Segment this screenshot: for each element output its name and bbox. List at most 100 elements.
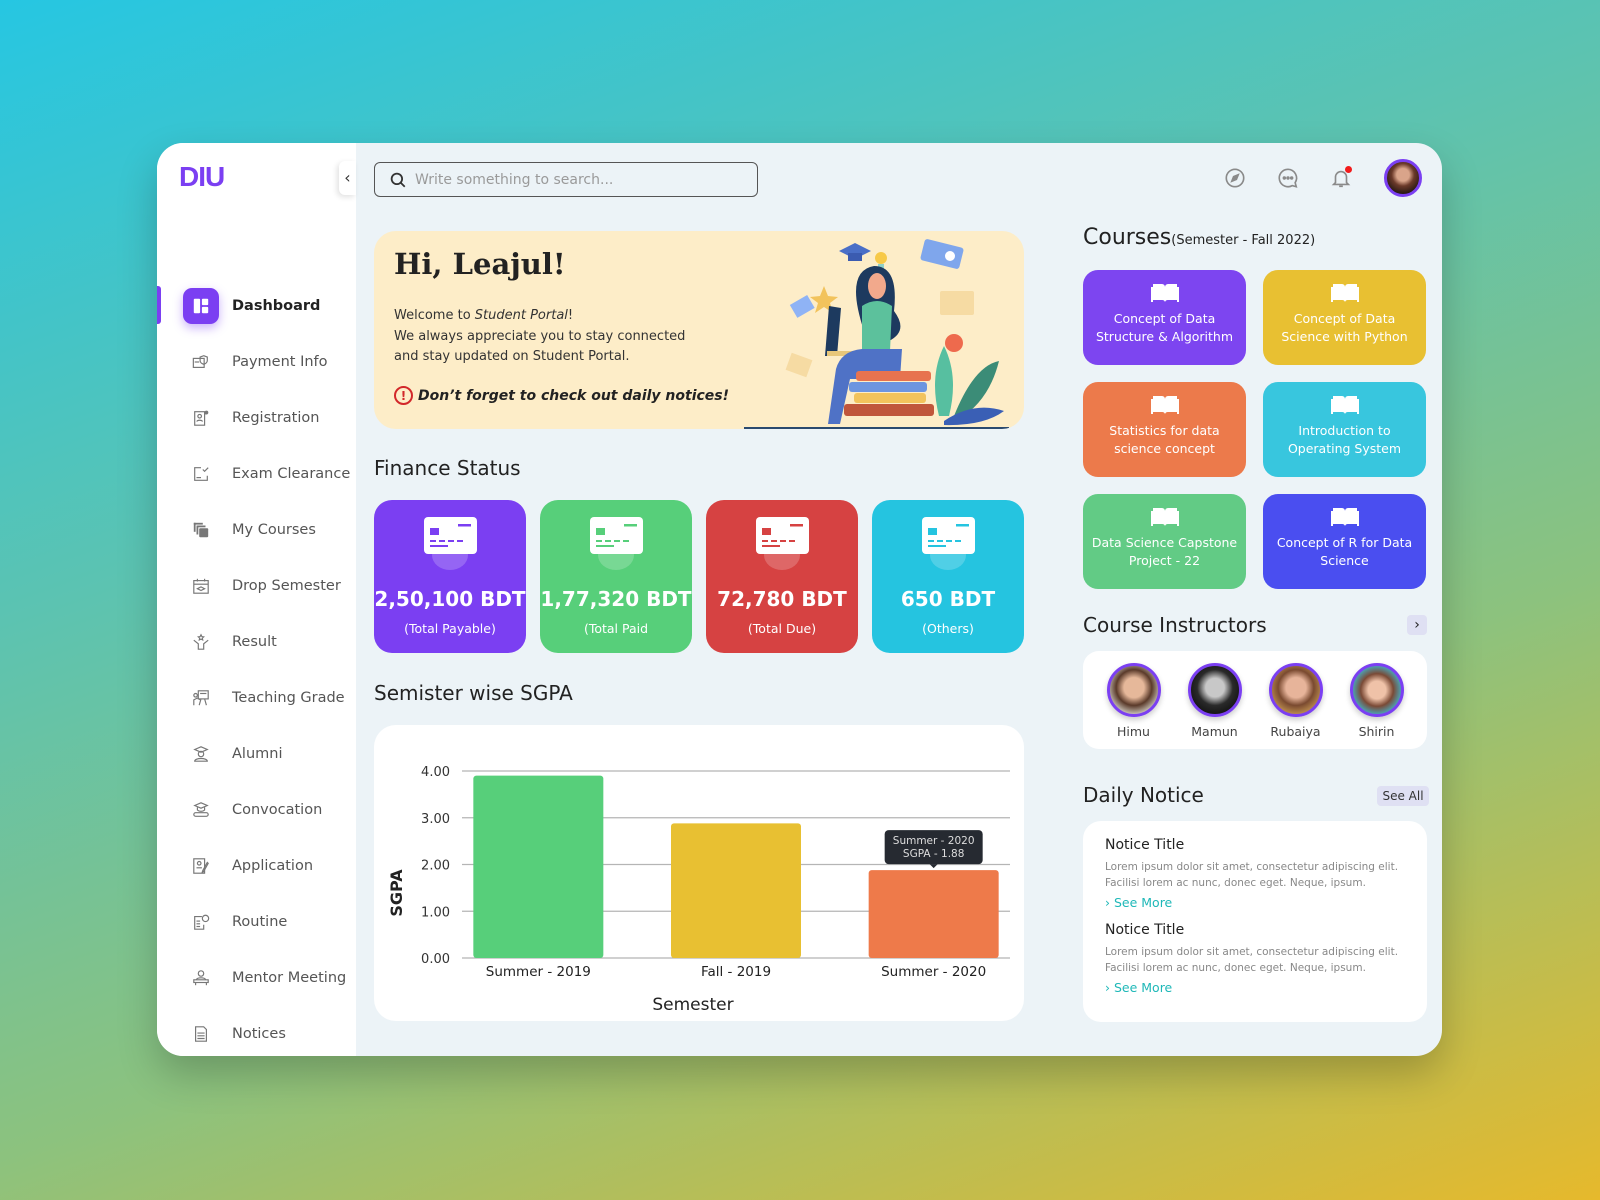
instructors-next-button[interactable]: › <box>1407 615 1427 635</box>
credit-card-icon <box>424 517 477 554</box>
compass-icon[interactable] <box>1223 166 1247 190</box>
chat-icon[interactable] <box>1276 166 1300 190</box>
finance-card[interactable]: 650 BDT (Others) <box>872 500 1024 653</box>
welcome-line-2: We always appreciate you to stay connect… <box>394 328 686 344</box>
alert-icon: ! <box>394 386 413 405</box>
routine-icon <box>192 913 210 931</box>
search-box[interactable] <box>374 162 758 197</box>
search-input[interactable] <box>415 171 735 188</box>
greeting: Hi, Leajul! <box>394 247 566 281</box>
notice-title: Notice Title <box>1105 922 1185 938</box>
result-icon <box>192 633 210 651</box>
sidebar-item-payment-info[interactable]: Payment Info <box>157 334 356 390</box>
course-card[interactable]: Concept of R for Data Science <box>1263 494 1426 589</box>
y-tick-label: 1.00 <box>421 905 450 920</box>
sidebar-item-result[interactable]: Result <box>157 614 356 670</box>
sidebar: DIU ‹ Dashboard Payment Info Registration E… <box>157 143 356 1056</box>
instructor-avatar <box>1349 663 1404 717</box>
course-name: Concept of Data Structure & Algorithm <box>1095 311 1234 344</box>
book-icon <box>1330 282 1359 304</box>
sidebar-item-label: Routine <box>232 914 288 930</box>
finance-card[interactable]: 2,50,100 BDT (Total Payable) <box>374 500 526 653</box>
x-axis-label: Semester <box>652 995 733 1015</box>
sidebar-item-label: Result <box>232 634 277 650</box>
instructor-avatar <box>1187 663 1242 717</box>
credit-card-icon <box>590 517 643 554</box>
notices-icon <box>192 1025 210 1043</box>
sidebar-item-teaching-grade[interactable]: Teaching Grade <box>157 670 356 726</box>
bar-summer-2019[interactable] <box>473 775 604 958</box>
instructor-avatar <box>1106 663 1161 717</box>
instructors-list: Himu Mamun Rubaiya Shirin <box>1083 651 1427 749</box>
logo[interactable]: DIU <box>179 161 225 193</box>
sidebar-item-label: Dashboard <box>232 298 321 314</box>
welcome-line-3: and stay updated on Student Portal. <box>394 349 630 364</box>
finance-status-title: Finance Status <box>374 456 521 480</box>
sidebar-item-label: Exam Clearance <box>232 466 351 482</box>
bell-icon[interactable] <box>1329 166 1353 190</box>
courses-title: Courses(Semester - Fall 2022) <box>1083 225 1315 250</box>
user-avatar[interactable] <box>1384 159 1422 197</box>
sidebar-item-convocation[interactable]: Convocation <box>157 782 356 838</box>
tooltip-line-1: Summer - 2020 <box>893 835 975 847</box>
finance-label: (Total Payable) <box>404 621 496 636</box>
welcome-text: Welcome to <box>394 308 475 323</box>
student-illustration <box>744 239 1009 429</box>
sidebar-item-drop-semester[interactable]: Drop Semester <box>157 558 356 614</box>
search-icon <box>390 172 406 187</box>
sidebar-item-label: Alumni <box>232 746 283 762</box>
book-icon <box>1330 506 1359 528</box>
course-card[interactable]: Concept of Data Structure & Algorithm <box>1083 270 1246 365</box>
reminder-text: Don’t forget to check out daily notices! <box>418 387 730 404</box>
y-tick-label: 3.00 <box>421 812 450 827</box>
top-actions <box>1194 159 1422 197</box>
bar-tooltip: Summer - 2020SGPA - 1.88 <box>884 830 983 869</box>
sidebar-item-label: Teaching Grade <box>232 690 345 706</box>
x-tick-label: Summer - 2019 <box>486 964 591 980</box>
see-all-notices-button[interactable]: See All <box>1377 786 1429 806</box>
collapse-sidebar-button[interactable]: ‹ <box>339 161 356 195</box>
see-more-link[interactable]: › See More <box>1105 895 1405 910</box>
finance-card[interactable]: 72,780 BDT (Total Due) <box>706 500 858 653</box>
sidebar-item-label: Registration <box>232 410 320 426</box>
sidebar-item-application[interactable]: Application <box>157 838 356 894</box>
course-name: Statistics for data science concept <box>1109 423 1220 456</box>
welcome-banner: Hi, Leajul! Welcome to Student Portal! W… <box>374 231 1024 429</box>
notice-title: Notice Title <box>1105 837 1185 853</box>
course-card[interactable]: Statistics for data science concept <box>1083 382 1246 477</box>
sidebar-item-mentor-meeting[interactable]: Mentor Meeting <box>157 950 356 1006</box>
instructor-rubaiya[interactable]: Rubaiya <box>1261 663 1331 749</box>
instructor-mamun[interactable]: Mamun <box>1180 663 1250 749</box>
instructor-himu[interactable]: Himu <box>1099 663 1169 749</box>
notice-item: Notice Title Lorem ipsum dolor sit amet, … <box>1105 837 1405 910</box>
registration-icon <box>192 409 210 427</box>
drop-semester-icon <box>192 577 210 595</box>
sidebar-item-notices[interactable]: Notices <box>157 1006 356 1056</box>
sidebar-item-routine[interactable]: Routine <box>157 894 356 950</box>
mentor-meeting-icon <box>192 969 210 987</box>
bar-fall-2019[interactable] <box>671 823 801 958</box>
instructor-shirin[interactable]: Shirin <box>1342 663 1412 749</box>
course-card[interactable]: Introduction to Operating System <box>1263 382 1426 477</box>
notice-list: Notice Title Lorem ipsum dolor sit amet, … <box>1083 821 1427 1022</box>
sidebar-item-label: Application <box>232 858 314 874</box>
sidebar-item-registration[interactable]: Registration <box>157 390 356 446</box>
welcome-suffix: ! <box>567 308 574 323</box>
sidebar-item-alumni[interactable]: Alumni <box>157 726 356 782</box>
sidebar-item-my-courses[interactable]: My Courses <box>157 502 356 558</box>
see-more-link[interactable]: › See More <box>1105 980 1405 995</box>
instructor-avatar <box>1268 663 1323 717</box>
bar-summer-2020[interactable] <box>868 870 999 958</box>
book-icon <box>1150 282 1179 304</box>
course-card[interactable]: Data Science Capstone Project - 22 <box>1083 494 1246 589</box>
sidebar-item-dashboard[interactable]: Dashboard <box>157 278 356 334</box>
sidebar-item-label: Convocation <box>232 802 323 818</box>
sidebar-item-exam-clearance[interactable]: Exam Clearance <box>157 446 356 502</box>
convocation-icon <box>192 801 210 819</box>
sidebar-item-label: My Courses <box>232 522 316 538</box>
semester-label: (Semester - Fall 2022) <box>1171 233 1316 248</box>
portal-name: Student Portal <box>474 308 568 323</box>
course-card[interactable]: Concept of Data Science with Python <box>1263 270 1426 365</box>
finance-card[interactable]: 1,77,320 BDT (Total Paid <box>540 500 692 653</box>
exam-clearance-icon <box>192 465 210 483</box>
